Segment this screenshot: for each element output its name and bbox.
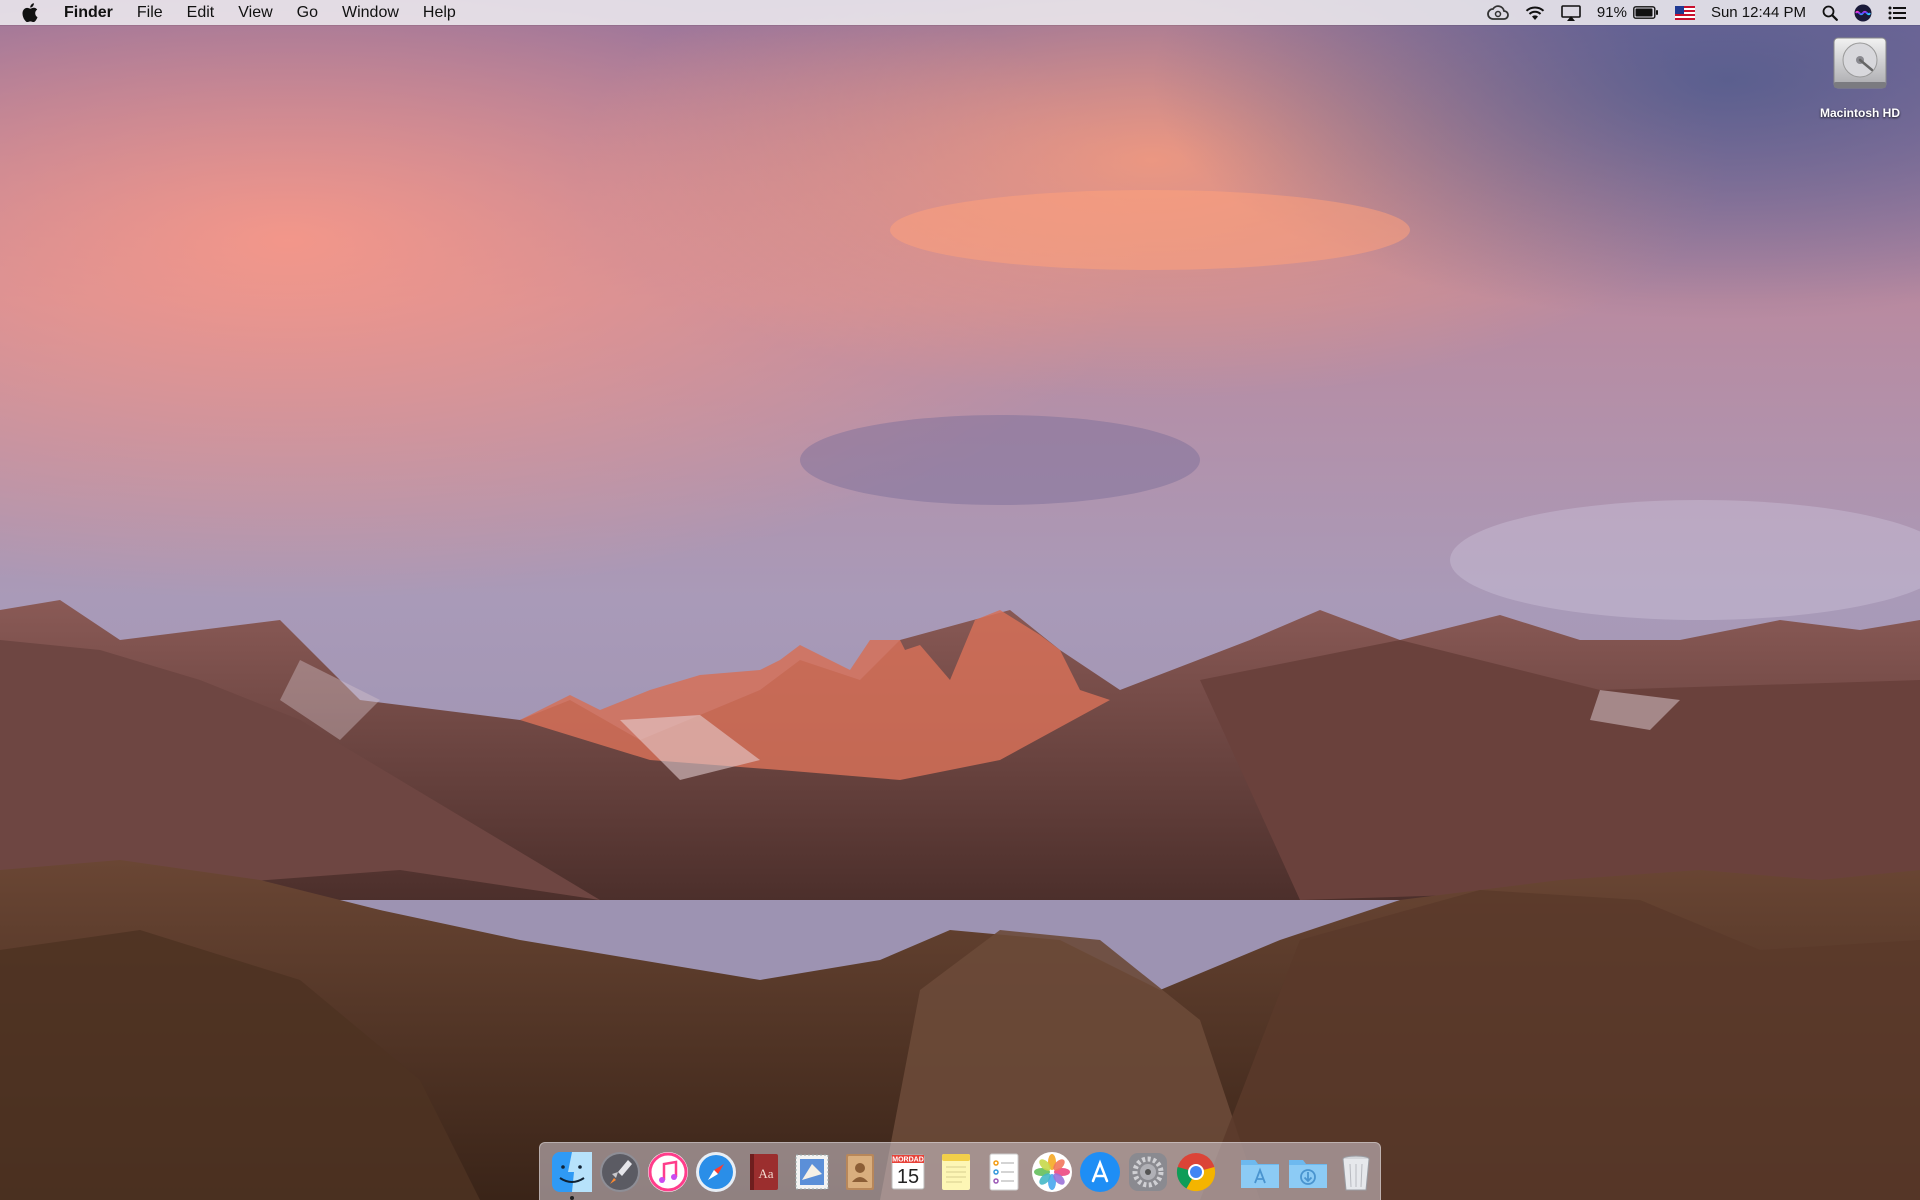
svg-text:Aa: Aa bbox=[758, 1166, 773, 1181]
spotlight-search-icon[interactable] bbox=[1822, 0, 1838, 25]
calendar-month: MORDAD bbox=[892, 1156, 924, 1163]
dock-downloads-folder[interactable] bbox=[1286, 1150, 1330, 1194]
finder-icon bbox=[552, 1151, 592, 1192]
chrome-icon bbox=[1176, 1152, 1216, 1191]
rocket-icon bbox=[600, 1151, 640, 1192]
menu-go[interactable]: Go bbox=[285, 0, 330, 25]
desktop-icon-label: Macintosh HD bbox=[1819, 106, 1900, 120]
dock-notes[interactable] bbox=[934, 1150, 978, 1194]
clock[interactable]: Sun 12:44 PM bbox=[1711, 0, 1806, 25]
dock-calendar[interactable]: MORDAD 15 bbox=[886, 1150, 930, 1194]
folder-apps-icon bbox=[1241, 1159, 1279, 1188]
flower-icon bbox=[1032, 1151, 1072, 1192]
dock-safari[interactable] bbox=[694, 1150, 738, 1194]
wifi-icon[interactable] bbox=[1525, 0, 1545, 25]
wallpaper-image bbox=[0, 0, 1920, 1200]
app-store-icon bbox=[1080, 1151, 1120, 1192]
dock: Aa MORDAD 15 bbox=[539, 1142, 1381, 1200]
dock-chrome[interactable] bbox=[1174, 1150, 1218, 1194]
checklist-icon bbox=[989, 1153, 1019, 1190]
running-indicator bbox=[570, 1195, 574, 1200]
battery-percent[interactable]: 91% bbox=[1597, 0, 1627, 25]
desktop-icon-macintosh-hd[interactable]: Macintosh HD bbox=[1806, 32, 1914, 120]
menu-app-name[interactable]: Finder bbox=[58, 0, 125, 25]
notepad-icon bbox=[942, 1153, 970, 1190]
folder-download-icon bbox=[1289, 1159, 1327, 1188]
dock-mail[interactable] bbox=[790, 1150, 834, 1194]
dock-itunes[interactable] bbox=[646, 1150, 690, 1194]
music-note-icon bbox=[648, 1151, 688, 1192]
dock-applications-folder[interactable] bbox=[1238, 1150, 1282, 1194]
calendar-icon: MORDAD 15 bbox=[891, 1154, 925, 1189]
dock-app-store[interactable] bbox=[1078, 1150, 1122, 1194]
gear-icon bbox=[1129, 1152, 1167, 1191]
dock-contacts[interactable] bbox=[838, 1150, 882, 1194]
battery-icon[interactable] bbox=[1633, 0, 1659, 25]
us-flag-icon[interactable] bbox=[1674, 0, 1695, 25]
stamp-icon bbox=[795, 1154, 829, 1189]
dock-reminders[interactable] bbox=[982, 1150, 1026, 1194]
menu-bar-extras: 91% Sun 12:44 PM bbox=[1471, 0, 1920, 25]
dock-system-preferences[interactable] bbox=[1126, 1150, 1170, 1194]
dock-dictionary[interactable]: Aa bbox=[742, 1150, 786, 1194]
calendar-day: 15 bbox=[897, 1166, 919, 1188]
dock-trash[interactable] bbox=[1334, 1150, 1378, 1194]
menu-bar: Finder File Edit View Go Window Help 91% bbox=[0, 0, 1920, 25]
desktop[interactable]: Finder File Edit View Go Window Help 91% bbox=[0, 0, 1920, 1200]
menu-bar-left: Finder File Edit View Go Window Help bbox=[0, 0, 468, 25]
hard-drive-icon bbox=[1833, 37, 1887, 89]
dock-launchpad[interactable] bbox=[598, 1150, 642, 1194]
menu-window[interactable]: Window bbox=[330, 0, 411, 25]
creative-cloud-icon[interactable] bbox=[1487, 0, 1509, 25]
menu-edit[interactable]: Edit bbox=[175, 0, 227, 25]
dock-photos[interactable] bbox=[1030, 1150, 1074, 1194]
apple-menu-icon[interactable] bbox=[22, 3, 40, 23]
dock-finder[interactable] bbox=[550, 1150, 594, 1200]
dictionary-icon: Aa bbox=[750, 1153, 778, 1190]
menu-file[interactable]: File bbox=[125, 0, 175, 25]
notification-center-icon[interactable] bbox=[1888, 0, 1906, 25]
address-book-icon bbox=[846, 1153, 874, 1190]
menu-view[interactable]: View bbox=[226, 0, 284, 25]
menu-help[interactable]: Help bbox=[411, 0, 468, 25]
trash-icon bbox=[1342, 1155, 1370, 1190]
compass-icon bbox=[696, 1151, 736, 1192]
airplay-icon[interactable] bbox=[1561, 0, 1581, 25]
siri-icon[interactable] bbox=[1854, 0, 1872, 25]
